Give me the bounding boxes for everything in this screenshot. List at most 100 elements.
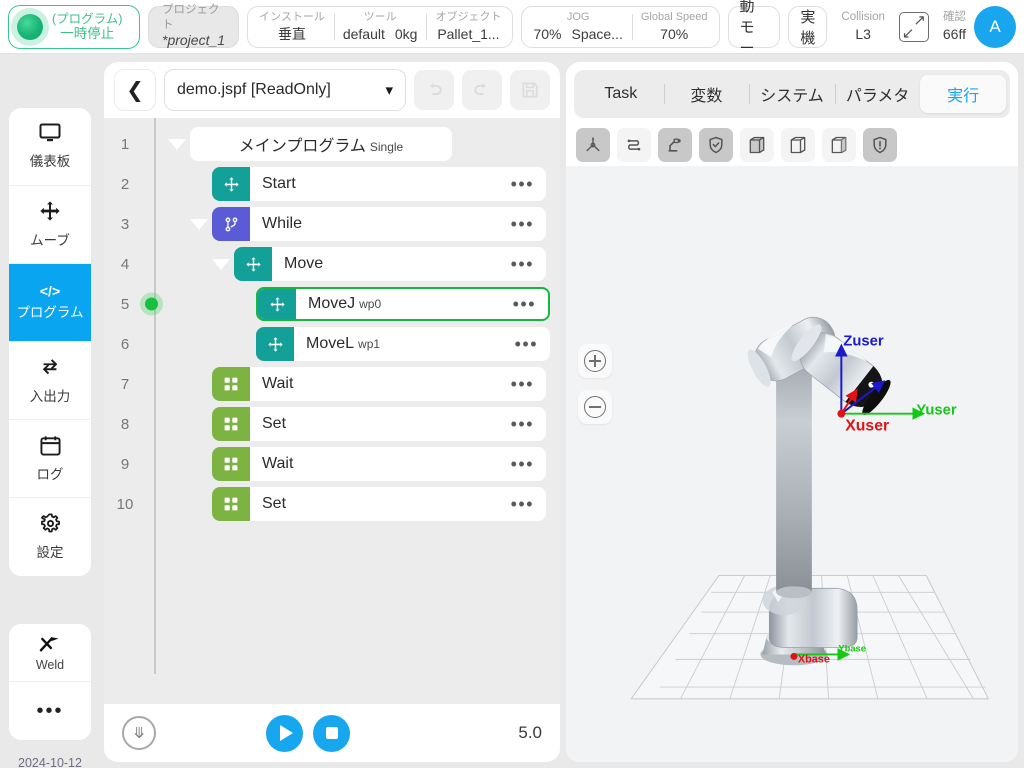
view-toolbar xyxy=(566,118,1018,166)
manual-mode-button[interactable]: 手動モード xyxy=(727,0,781,78)
node-menu-icon[interactable]: ••• xyxy=(513,294,548,315)
cube-shaded-icon[interactable] xyxy=(822,128,856,162)
sidebar-item-weld[interactable]: Weld xyxy=(9,624,91,682)
program-row[interactable]: 3 While ••• xyxy=(104,204,560,244)
shield-warning-icon[interactable] xyxy=(863,128,897,162)
robot-scene-graphic: Zuser Yuser Xuser Ybase Xbase xyxy=(568,166,1016,762)
program-row[interactable]: 7 Wait ••• xyxy=(104,364,560,404)
program-node[interactable]: Wait ••• xyxy=(212,447,546,481)
program-row[interactable]: 1 メインプログラム Single xyxy=(104,124,560,164)
program-node[interactable]: Move ••• xyxy=(234,247,546,281)
program-row[interactable]: 9 Wait ••• xyxy=(104,444,560,484)
sidebar-item-io[interactable]: 入出力 xyxy=(9,342,91,420)
program-row[interactable]: 6 MoveL wp1 ••• xyxy=(104,324,560,364)
redo-icon[interactable] xyxy=(462,70,502,110)
sidebar-item-dashboard[interactable]: 儀表板 xyxy=(9,108,91,186)
collapse-caret-icon[interactable] xyxy=(190,218,208,230)
cube-wire-icon[interactable] xyxy=(781,128,815,162)
tool-caption: ツール xyxy=(363,11,397,24)
program-node[interactable]: Start ••• xyxy=(212,167,546,201)
weld-torch-icon xyxy=(38,633,62,657)
node-menu-icon[interactable]: ••• xyxy=(511,414,546,435)
project-value: *project_1 xyxy=(162,32,226,49)
tab-execute[interactable]: 実行 xyxy=(920,75,1006,113)
axes-tripod-icon[interactable] xyxy=(576,128,610,162)
program-row[interactable]: 4 Move ••• xyxy=(104,244,560,284)
robot-3d-scene[interactable]: Zuser Yuser Xuser Ybase Xbase xyxy=(566,166,1018,762)
program-file-select[interactable]: demo.jspf [ReadOnly] ▾ xyxy=(164,69,406,111)
real-machine-button[interactable]: 実機 xyxy=(788,5,828,48)
program-node[interactable]: Set ••• xyxy=(212,487,546,521)
node-menu-icon[interactable]: ••• xyxy=(511,174,546,195)
expand-arrows-icon[interactable]: ↗ ↙ xyxy=(898,11,929,42)
program-node[interactable]: MoveJ wp0 ••• xyxy=(256,287,550,321)
save-disk-icon[interactable] xyxy=(510,70,550,110)
program-row[interactable]: 8 Set ••• xyxy=(104,404,560,444)
node-menu-icon[interactable]: ••• xyxy=(515,334,550,355)
program-node[interactable]: Set ••• xyxy=(212,407,546,441)
program-row[interactable]: 5 MoveJ wp0 ••• xyxy=(104,284,560,324)
axis-label-zuser: Zuser xyxy=(843,334,884,350)
collapse-caret-icon[interactable] xyxy=(212,258,230,270)
collapse-caret-icon[interactable] xyxy=(168,138,186,150)
run-marker-slot xyxy=(145,284,168,324)
project-pill[interactable]: プロジェクト *project_1 xyxy=(148,4,240,49)
tool-cell[interactable]: ツール default 0kg xyxy=(333,7,427,47)
object-cell[interactable]: オブジェクト Pallet_1... xyxy=(426,7,510,47)
sidebar-item-move[interactable]: ムーブ xyxy=(9,186,91,264)
cube-solid-icon[interactable] xyxy=(740,128,774,162)
node-menu-icon[interactable]: ••• xyxy=(511,494,546,515)
play-icon[interactable] xyxy=(266,714,303,752)
program-row[interactable]: 2 Start ••• xyxy=(104,164,560,204)
program-node[interactable]: MoveL wp1 ••• xyxy=(256,327,550,361)
zoom-in-icon[interactable] xyxy=(578,344,612,378)
project-caption: プロジェクト xyxy=(162,4,220,31)
sidebar-item-more[interactable]: ••• xyxy=(9,682,91,740)
left-sidebar: 儀表板 ムーブ </> プログラム 入出力 ログ 設定 Weld ••• 202… xyxy=(0,54,100,768)
collision-status: Collision L3 xyxy=(835,10,890,43)
stop-icon[interactable] xyxy=(313,714,350,752)
node-label-text: メインプログラム xyxy=(238,138,366,155)
node-menu-icon[interactable]: ••• xyxy=(511,374,546,395)
shield-check-icon[interactable] xyxy=(699,128,733,162)
zoom-out-icon[interactable] xyxy=(578,390,612,424)
sidebar-label-weld: Weld xyxy=(35,658,65,672)
program-row[interactable]: 10 Set ••• xyxy=(104,484,560,524)
program-node[interactable]: Wait ••• xyxy=(212,367,546,401)
program-status-pill[interactable]: (プログラム) 一時停止 xyxy=(8,4,140,49)
run-marker-slot xyxy=(146,444,168,484)
tab-system[interactable]: システム xyxy=(749,75,835,113)
undo-icon[interactable] xyxy=(414,70,454,110)
node-menu-icon[interactable]: ••• xyxy=(511,254,546,275)
sidebar-label-io: 入出力 xyxy=(29,389,71,404)
sidebar-item-program[interactable]: </> プログラム xyxy=(9,264,91,342)
grid-squares-icon xyxy=(212,407,250,441)
avatar[interactable]: A xyxy=(974,5,1016,48)
program-tree: 1 メインプログラム Single 2 Start ••• 3 While ••• 4 Move ••… xyxy=(104,118,560,704)
row-number: 6 xyxy=(120,335,130,353)
axis-label-ybase: Ybase xyxy=(838,643,866,653)
program-panel: ❮ demo.jspf [ReadOnly] ▾ 1 メインプログラム Single… xyxy=(104,62,560,762)
sidebar-item-log[interactable]: ログ xyxy=(9,420,91,498)
path-trace-icon[interactable] xyxy=(617,128,651,162)
sidebar-item-settings[interactable]: 設定 xyxy=(9,498,91,576)
install-cell[interactable]: インストール 垂直 xyxy=(250,7,334,47)
program-node[interactable]: While ••• xyxy=(212,207,546,241)
collision-caption: Collision xyxy=(841,10,885,23)
node-menu-icon[interactable]: ••• xyxy=(511,454,546,475)
back-chevron-icon[interactable]: ❮ xyxy=(114,69,156,111)
run-marker-slot xyxy=(146,484,168,524)
double-chevron-down-icon[interactable]: ⤋ xyxy=(122,716,156,750)
program-title-node[interactable]: メインプログラム Single xyxy=(190,127,452,161)
jog-cell[interactable]: JOG 70% Space... xyxy=(524,7,631,47)
row-number: 10 xyxy=(116,495,134,513)
tab-parameters[interactable]: パラメタ xyxy=(834,75,921,113)
robot-arm-icon[interactable] xyxy=(658,128,692,162)
tab-variables[interactable]: 変数 xyxy=(663,75,750,113)
install-tool-object-group[interactable]: インストール 垂直 ツール default 0kg オブジェクト Pallet_… xyxy=(247,5,514,48)
tab-task[interactable]: Task xyxy=(578,75,664,113)
global-speed-cell[interactable]: Global Speed 70% xyxy=(631,7,717,47)
row-number: 3 xyxy=(120,215,130,233)
speed-group[interactable]: JOG 70% Space... Global Speed 70% xyxy=(521,5,720,48)
node-menu-icon[interactable]: ••• xyxy=(511,214,546,235)
